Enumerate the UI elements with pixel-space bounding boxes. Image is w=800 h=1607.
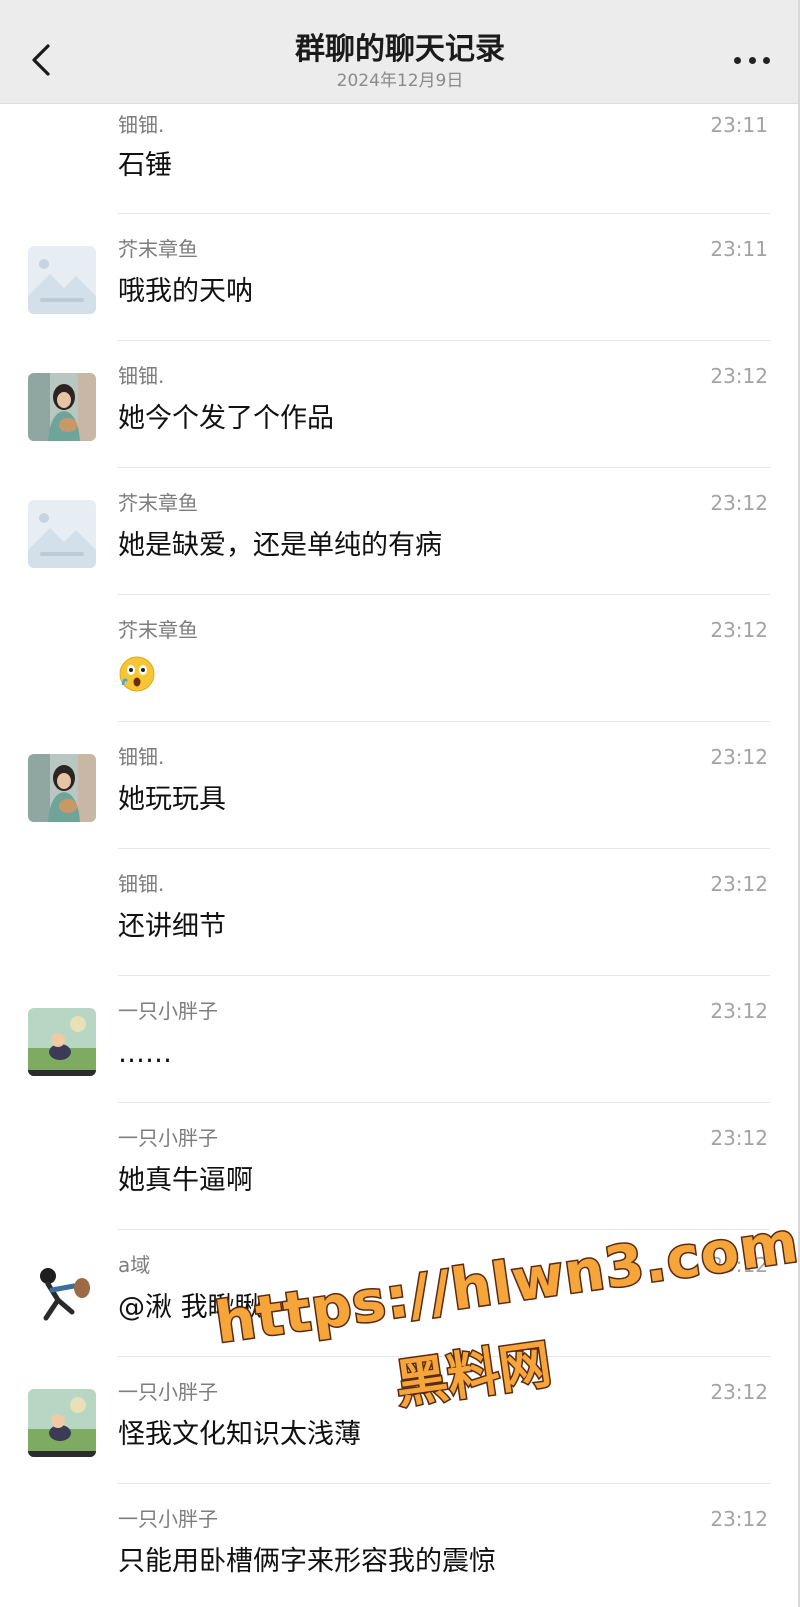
message-row[interactable]: 钿钿. 23:12 还讲细节 <box>0 849 800 976</box>
message-time: 23:11 <box>710 113 768 137</box>
message-time: 23:12 <box>710 1253 768 1277</box>
page-date: 2024年12月9日 <box>336 71 464 91</box>
message-row[interactable]: 一只小胖子 23:12 她真牛逼啊 <box>0 1103 800 1230</box>
chevron-left-icon <box>32 44 50 76</box>
message-row[interactable]: 一只小胖子 23:12 只能用卧槽俩字来形容我的震惊 <box>0 1484 800 1607</box>
message-time: 23:12 <box>710 1507 768 1531</box>
message-time: 23:12 <box>710 491 768 515</box>
message-time: 23:12 <box>710 745 768 769</box>
more-dot-icon <box>763 56 770 64</box>
sender-name: 一只小胖子 <box>118 999 218 1023</box>
back-button[interactable] <box>20 40 60 80</box>
shocked-face-emoji-icon <box>118 655 156 693</box>
message-row[interactable]: 芥末章鱼 23:11 哦我的天呐 <box>0 214 800 341</box>
message-time: 23:11 <box>710 237 768 261</box>
message-text: …… <box>118 1038 172 1069</box>
message-text: 还讲细节 <box>118 911 226 942</box>
avatar[interactable] <box>28 1262 96 1330</box>
sender-name: 钿钿. <box>118 872 165 896</box>
message-text: 她真牛逼啊 <box>118 1165 253 1196</box>
message-time: 23:12 <box>710 872 768 896</box>
sender-name: 钿钿. <box>118 364 165 388</box>
message-list: 钿钿. 23:11 石锤 芥末章鱼 23:11 哦我的天呐 钿钿. 23:12 她今个发了个作品… <box>0 104 800 1607</box>
message-time: 23:12 <box>710 1126 768 1150</box>
top-nav-bar: 群聊的聊天记录 2024年12月9日 <box>0 0 800 104</box>
avatar[interactable] <box>28 500 96 568</box>
message-row[interactable]: 钿钿. 23:12 她今个发了个作品 <box>0 341 800 468</box>
sender-name: 一只小胖子 <box>118 1380 218 1404</box>
sender-name: 一只小胖子 <box>118 1126 218 1150</box>
avatar[interactable] <box>28 754 96 822</box>
message-row[interactable]: 一只小胖子 23:12 …… <box>0 976 800 1103</box>
sender-name: a域 <box>118 1253 151 1277</box>
message-text: 她是缺爱，还是单纯的有病 <box>118 530 442 561</box>
message-row[interactable]: 芥末章鱼 23:12 <box>0 595 800 722</box>
sender-name: 一只小胖子 <box>118 1507 218 1531</box>
message-time: 23:12 <box>710 618 768 642</box>
message-time: 23:12 <box>710 1380 768 1404</box>
message-time: 23:12 <box>710 364 768 388</box>
message-text: 哦我的天呐 <box>118 276 253 307</box>
message-time: 23:12 <box>710 999 768 1023</box>
message-text: 她玩玩具 <box>118 784 226 815</box>
message-row[interactable]: a域 23:12 @湫 我瞅瞅 <box>0 1230 800 1357</box>
more-dot-icon <box>748 56 756 64</box>
chat-history-page: 群聊的聊天记录 2024年12月9日 钿钿. 23:11 石锤芥末章鱼 23:11 哦我… <box>0 0 800 1607</box>
avatar[interactable] <box>28 373 96 441</box>
sender-name: 芥末章鱼 <box>118 491 198 515</box>
message-row[interactable]: 芥末章鱼 23:12 她是缺爱，还是单纯的有病 <box>0 468 800 595</box>
message-text: 只能用卧槽俩字来形容我的震惊 <box>118 1546 496 1577</box>
more-dot-icon <box>734 56 741 64</box>
message-text: 她今个发了个作品 <box>118 403 334 434</box>
message-row[interactable]: 一只小胖子 23:12 怪我文化知识太浅薄 <box>0 1357 800 1484</box>
title-block: 群聊的聊天记录 2024年12月9日 <box>150 30 650 92</box>
avatar[interactable] <box>28 1008 96 1076</box>
page-title: 群聊的聊天记录 <box>295 32 505 67</box>
message-text: 怪我文化知识太浅薄 <box>118 1419 361 1450</box>
avatar[interactable] <box>28 246 96 314</box>
sender-name: 芥末章鱼 <box>118 237 198 261</box>
message-text: @湫 我瞅瞅 <box>118 1292 262 1323</box>
avatar[interactable] <box>28 1389 96 1457</box>
sender-name: 钿钿. <box>118 745 165 769</box>
message-row[interactable]: 钿钿. 23:11 石锤 <box>0 104 800 214</box>
message-text: 石锤 <box>118 150 172 181</box>
message-row[interactable]: 钿钿. 23:12 她玩玩具 <box>0 722 800 849</box>
sender-name: 芥末章鱼 <box>118 618 198 642</box>
sender-name: 钿钿. <box>118 113 165 137</box>
more-options-button[interactable] <box>734 52 770 68</box>
